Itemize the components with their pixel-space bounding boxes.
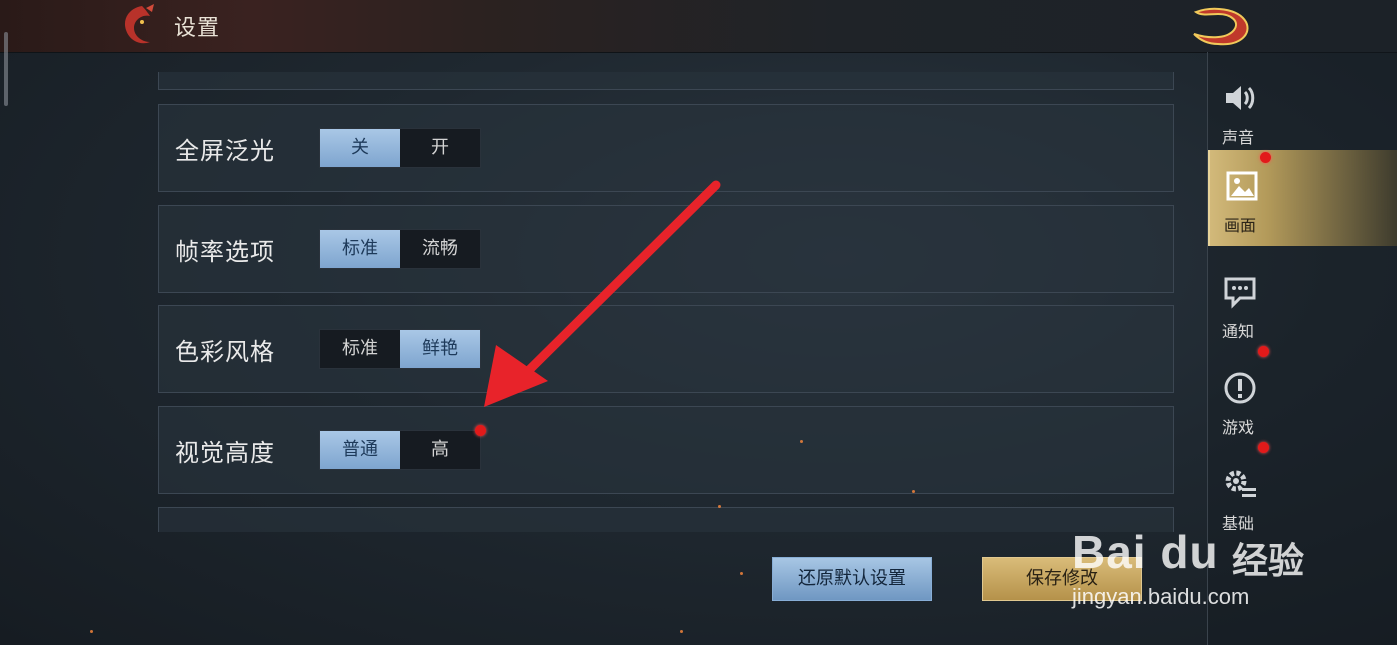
watermark-url: jingyan.baidu.com [1072,584,1250,609]
alert-icon [1224,372,1256,404]
new-badge-dot [475,425,486,436]
top-bar: 设置 [0,0,1397,53]
setting-label: 视觉高度 [175,439,275,467]
sidebar-item-label: 游戏 [1222,418,1255,437]
image-icon [1226,171,1258,201]
option-high[interactable]: 高 [400,431,480,469]
option-smooth[interactable]: 流畅 [400,230,480,268]
setting-row-framerate: 帧率选项 标准 流畅 [158,205,1174,293]
option-standard[interactable]: 标准 [320,230,400,268]
chat-icon [1224,277,1256,309]
sidebar-item-basic[interactable]: 基础 [1208,448,1397,544]
ember-particle [800,440,803,443]
settings-row-partial [158,507,1174,532]
new-badge-dot [1260,152,1271,163]
setting-label: 帧率选项 [175,238,275,266]
settings-list: 全屏泛光 关 开 帧率选项 标准 流畅 色彩风格 标准 鲜艳 视觉高度 普通 高 [158,72,1174,532]
sidebar-item-notification[interactable]: 通知 [1208,256,1397,357]
sidebar-item-label: 通知 [1222,322,1255,341]
option-vivid[interactable]: 鲜艳 [400,330,480,368]
reset-defaults-button[interactable]: 还原默认设置 [772,557,932,601]
framerate-toggle: 标准 流畅 [319,229,481,269]
dragon-emblem-icon [124,4,154,44]
sidebar-item-label: 基础 [1222,514,1255,533]
ember-particle [680,630,683,633]
sidebar-item-sound[interactable]: 声音 [1208,62,1397,158]
sidebar-item-label: 声音 [1222,128,1255,147]
setting-label: 全屏泛光 [175,137,275,165]
setting-label: 色彩风格 [175,338,275,366]
option-off[interactable]: 关 [320,129,400,167]
option-on[interactable]: 开 [400,129,480,167]
watermark-brand: Bai du [1072,526,1219,578]
game-logo-icon [1193,7,1249,46]
ember-particle [740,572,743,575]
option-normal[interactable]: 普通 [320,431,400,469]
sidebar-item-label: 画面 [1224,216,1257,235]
color-style-toggle: 标准 鲜艳 [319,329,481,369]
gear-icon [1225,470,1256,497]
setting-row-view-height: 视觉高度 普通 高 [158,406,1174,494]
ember-particle [90,630,93,633]
speaker-icon [1226,86,1255,110]
bloom-toggle: 关 开 [319,128,481,168]
page-title: 设置 [174,16,221,41]
view-height-toggle: 普通 高 [319,430,481,470]
option-standard[interactable]: 标准 [320,330,400,368]
setting-row-bloom: 全屏泛光 关 开 [158,104,1174,192]
edge-handle [4,32,8,106]
sidebar-item-display[interactable]: 画面 [1208,150,1397,246]
ember-particle [912,490,915,493]
watermark-cn: 经验 [1232,541,1305,582]
settings-row-partial [158,72,1174,90]
ember-particle [718,505,721,508]
setting-row-color-style: 色彩风格 标准 鲜艳 [158,305,1174,393]
sidebar-item-game[interactable]: 游戏 [1208,352,1397,453]
